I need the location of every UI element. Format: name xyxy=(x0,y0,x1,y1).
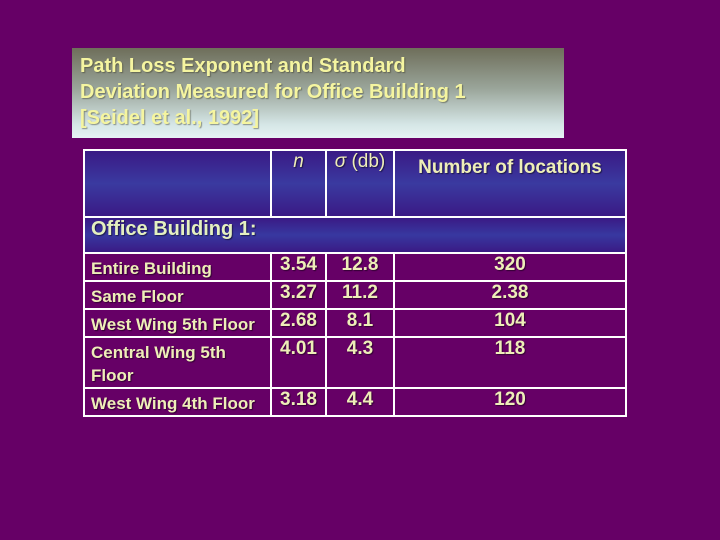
row-locations: 2.38 xyxy=(393,280,627,310)
row-sigma: 4.4 xyxy=(325,387,395,417)
table-row: Entire Building 3.54 12.8 320 xyxy=(83,252,627,282)
row-locations: 104 xyxy=(393,308,627,338)
header-label-cell xyxy=(83,149,272,218)
row-label: Same Floor xyxy=(83,280,272,310)
table-header-row: n σ (db) Number of locations xyxy=(83,149,627,218)
row-sigma: 12.8 xyxy=(325,252,395,282)
row-label: Entire Building xyxy=(83,252,272,282)
row-label: West Wing 5th Floor xyxy=(83,308,272,338)
row-n: 2.68 xyxy=(270,308,327,338)
table-row: West Wing 4th Floor 3.18 4.4 120 xyxy=(83,387,627,417)
group-label: Office Building 1: xyxy=(83,216,627,254)
row-n: 3.54 xyxy=(270,252,327,282)
row-n: 3.18 xyxy=(270,387,327,417)
slide-title-box: Path Loss Exponent and Standard Deviatio… xyxy=(72,48,564,138)
header-n: n xyxy=(270,149,327,218)
table-row: Same Floor 3.27 11.2 2.38 xyxy=(83,280,627,310)
row-sigma: 4.3 xyxy=(325,336,395,389)
header-locations: Number of locations xyxy=(393,149,627,218)
row-n: 3.27 xyxy=(270,280,327,310)
group-row: Office Building 1: xyxy=(83,216,627,254)
row-locations: 118 xyxy=(393,336,627,389)
row-sigma: 8.1 xyxy=(325,308,395,338)
row-n: 4.01 xyxy=(270,336,327,389)
title-line-1: Path Loss Exponent and Standard xyxy=(80,55,406,77)
row-sigma: 11.2 xyxy=(325,280,395,310)
title-line-3: [Seidel et al., 1992] xyxy=(80,107,259,129)
table-row: Central Wing 5th Floor 4.01 4.3 118 xyxy=(83,336,627,389)
row-label: Central Wing 5th Floor xyxy=(83,336,272,389)
sigma-unit: (db) xyxy=(346,151,386,172)
path-loss-table: n σ (db) Number of locations Office Buil… xyxy=(83,149,627,417)
header-sigma: σ (db) xyxy=(325,149,395,218)
row-locations: 120 xyxy=(393,387,627,417)
sigma-symbol: σ xyxy=(334,151,347,172)
row-locations: 320 xyxy=(393,252,627,282)
row-label: West Wing 4th Floor xyxy=(83,387,272,417)
title-line-2: Deviation Measured for Office Building 1 xyxy=(80,81,466,103)
table-row: West Wing 5th Floor 2.68 8.1 104 xyxy=(83,308,627,338)
